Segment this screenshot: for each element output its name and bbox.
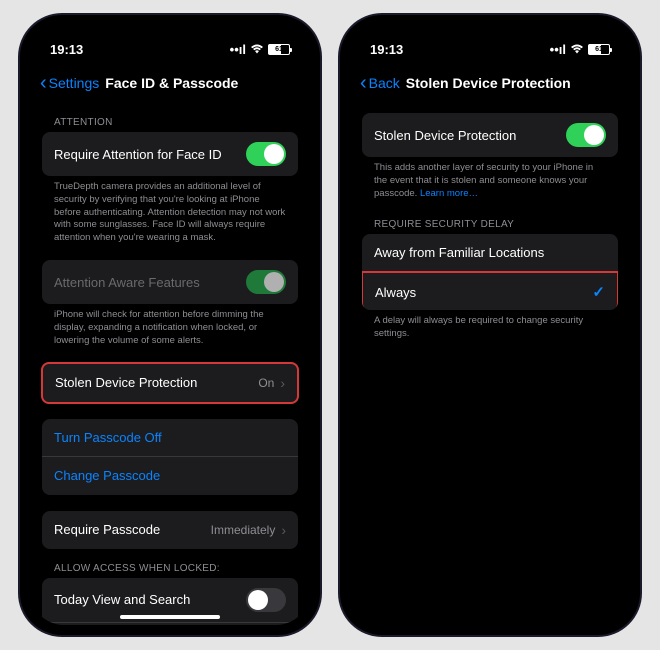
require-attention-toggle[interactable] bbox=[246, 142, 286, 166]
chevron-right-icon: › bbox=[281, 522, 286, 538]
allow-access-header: ALLOW ACCESS WHEN LOCKED: bbox=[42, 549, 298, 578]
back-label: Settings bbox=[49, 75, 100, 91]
main-toggle-group: Stolen Device Protection bbox=[362, 113, 618, 157]
passcode-actions-group: Turn Passcode Off Change Passcode bbox=[42, 419, 298, 495]
signal-icon: ••ıl bbox=[550, 42, 566, 57]
learn-more-link[interactable]: Learn more… bbox=[420, 188, 478, 199]
require-passcode-label: Require Passcode bbox=[54, 522, 211, 537]
change-passcode-cell[interactable]: Change Passcode bbox=[42, 457, 298, 495]
stolen-protection-label: Stolen Device Protection bbox=[374, 128, 566, 143]
home-indicator[interactable] bbox=[120, 615, 220, 619]
today-view-toggle[interactable] bbox=[246, 588, 286, 612]
status-time: 19:13 bbox=[370, 42, 403, 57]
chevron-right-icon: › bbox=[280, 375, 285, 391]
wifi-icon bbox=[570, 42, 584, 57]
nav-bar: ‹ Back Stolen Device Protection bbox=[350, 63, 630, 103]
nav-bar: ‹ Settings Face ID & Passcode bbox=[30, 63, 310, 103]
screen: 19:13 ••ıl 61 ‹ Settings Face ID & Passc… bbox=[30, 25, 310, 625]
stolen-protection-label: Stolen Device Protection bbox=[55, 375, 258, 390]
attention-footer: TrueDepth camera provides an additional … bbox=[42, 176, 298, 250]
content[interactable]: Stolen Device Protection This adds anoth… bbox=[350, 103, 630, 625]
back-button[interactable]: ‹ Settings bbox=[40, 72, 99, 95]
page-title: Stolen Device Protection bbox=[406, 75, 571, 91]
delay-options-group: Away from Familiar Locations Always ✓ bbox=[362, 234, 618, 310]
checkmark-icon: ✓ bbox=[592, 283, 605, 301]
turn-off-passcode-cell[interactable]: Turn Passcode Off bbox=[42, 419, 298, 457]
attention-group: Require Attention for Face ID bbox=[42, 132, 298, 176]
stolen-protection-cell[interactable]: Stolen Device Protection On › bbox=[43, 364, 297, 402]
today-view-label: Today View and Search bbox=[54, 592, 246, 607]
stolen-protection-toggle-cell[interactable]: Stolen Device Protection bbox=[362, 113, 618, 157]
delay-footer: A delay will always be required to chang… bbox=[362, 310, 618, 346]
battery-icon: 61 bbox=[268, 44, 290, 55]
phone-left: 19:13 ••ıl 61 ‹ Settings Face ID & Passc… bbox=[20, 15, 320, 635]
stolen-protection-value: On bbox=[258, 376, 274, 390]
turn-off-label: Turn Passcode Off bbox=[54, 430, 162, 445]
screen: 19:13 ••ıl 61 ‹ Back Stolen Device Prote… bbox=[350, 25, 630, 625]
require-passcode-cell[interactable]: Require Passcode Immediately › bbox=[42, 511, 298, 549]
signal-icon: ••ıl bbox=[230, 42, 246, 57]
notch bbox=[115, 25, 225, 51]
away-option-cell[interactable]: Away from Familiar Locations bbox=[362, 234, 618, 272]
back-button[interactable]: ‹ Back bbox=[360, 72, 400, 95]
require-attention-label: Require Attention for Face ID bbox=[54, 147, 246, 162]
stolen-protection-toggle[interactable] bbox=[566, 123, 606, 147]
phone-right: 19:13 ••ıl 61 ‹ Back Stolen Device Prote… bbox=[340, 15, 640, 635]
main-footer: This adds another layer of security to y… bbox=[362, 157, 618, 205]
notch bbox=[435, 25, 545, 51]
status-icons: ••ıl 61 bbox=[550, 42, 610, 57]
status-time: 19:13 bbox=[50, 42, 83, 57]
require-passcode-value: Immediately bbox=[211, 523, 276, 537]
always-option-cell[interactable]: Always ✓ bbox=[362, 271, 618, 310]
require-attention-cell[interactable]: Require Attention for Face ID bbox=[42, 132, 298, 176]
aware-footer: iPhone will check for attention before d… bbox=[42, 304, 298, 352]
chevron-left-icon: ‹ bbox=[360, 72, 367, 95]
content[interactable]: ATTENTION Require Attention for Face ID … bbox=[30, 103, 310, 625]
attention-header: ATTENTION bbox=[42, 103, 298, 132]
aware-features-label: Attention Aware Features bbox=[54, 275, 246, 290]
battery-icon: 61 bbox=[588, 44, 610, 55]
status-icons: ••ıl 61 bbox=[230, 42, 290, 57]
stolen-protection-group: Stolen Device Protection On › bbox=[41, 362, 299, 404]
change-label: Change Passcode bbox=[54, 468, 160, 483]
always-option-label: Always bbox=[375, 285, 592, 300]
notification-center-cell[interactable]: Notification Center bbox=[42, 623, 298, 626]
aware-features-cell[interactable]: Attention Aware Features bbox=[42, 260, 298, 304]
require-passcode-group: Require Passcode Immediately › bbox=[42, 511, 298, 549]
page-title: Face ID & Passcode bbox=[105, 75, 238, 91]
aware-features-toggle[interactable] bbox=[246, 270, 286, 294]
back-label: Back bbox=[369, 75, 400, 91]
wifi-icon bbox=[250, 42, 264, 57]
delay-header: REQUIRE SECURITY DELAY bbox=[362, 205, 618, 234]
away-option-label: Away from Familiar Locations bbox=[374, 245, 606, 260]
aware-group: Attention Aware Features bbox=[42, 260, 298, 304]
chevron-left-icon: ‹ bbox=[40, 72, 47, 95]
